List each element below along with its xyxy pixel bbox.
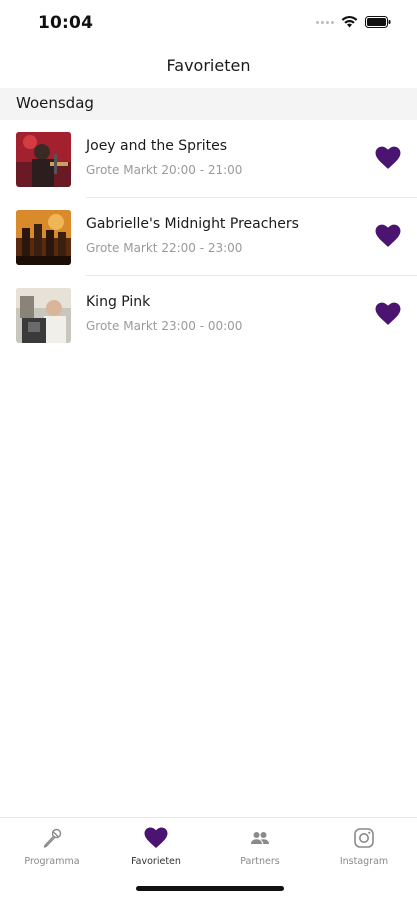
favorite-heart-icon[interactable] bbox=[375, 224, 401, 248]
tab-label: Partners bbox=[240, 856, 280, 867]
favorite-row[interactable]: Gabrielle's Midnight Preachers Grote Mar… bbox=[0, 198, 417, 276]
battery-icon bbox=[365, 16, 391, 28]
tab-favorieten[interactable]: Favorieten bbox=[104, 826, 208, 867]
tab-partners[interactable]: Partners bbox=[208, 826, 312, 867]
favorite-row[interactable]: King Pink Grote Markt 23:00 - 00:00 bbox=[0, 276, 417, 354]
tab-label: Programma bbox=[24, 856, 80, 867]
tab-label: Favorieten bbox=[131, 856, 181, 867]
cellular-signal-icon bbox=[316, 20, 334, 24]
performance-location-time: Grote Markt 22:00 - 23:00 bbox=[86, 241, 243, 255]
artist-thumbnail bbox=[16, 288, 71, 343]
status-indicators bbox=[316, 16, 391, 28]
favorite-row[interactable]: Joey and the Sprites Grote Markt 20:00 -… bbox=[0, 120, 417, 198]
tab-label: Instagram bbox=[339, 856, 389, 867]
tab-programma[interactable]: Programma bbox=[0, 826, 104, 867]
instagram-icon bbox=[354, 828, 374, 848]
artist-name: Gabrielle's Midnight Preachers bbox=[86, 216, 299, 232]
favorites-list: Joey and the Sprites Grote Markt 20:00 -… bbox=[0, 120, 417, 354]
status-time: 10:04 bbox=[38, 13, 94, 33]
tab-instagram[interactable]: Instagram bbox=[312, 826, 416, 867]
people-icon bbox=[251, 832, 269, 844]
wifi-icon bbox=[341, 16, 358, 28]
section-header: Woensdag bbox=[0, 88, 417, 120]
artist-thumbnail bbox=[16, 210, 71, 265]
favorite-heart-icon[interactable] bbox=[375, 302, 401, 326]
artist-name: Joey and the Sprites bbox=[86, 138, 228, 154]
artist-name: King Pink bbox=[86, 294, 151, 310]
performance-location-time: Grote Markt 23:00 - 00:00 bbox=[86, 319, 243, 333]
nav-header: Favorieten bbox=[0, 46, 417, 86]
section-day-title: Woensdag bbox=[16, 94, 94, 112]
artist-thumbnail bbox=[16, 132, 71, 187]
status-bar: 10:04 bbox=[0, 0, 417, 46]
home-indicator bbox=[136, 886, 284, 891]
heart-icon bbox=[144, 827, 168, 848]
microphone-icon bbox=[43, 828, 62, 848]
performance-location-time: Grote Markt 20:00 - 21:00 bbox=[86, 163, 243, 177]
page-title: Favorieten bbox=[166, 56, 251, 75]
favorite-heart-icon[interactable] bbox=[375, 146, 401, 170]
